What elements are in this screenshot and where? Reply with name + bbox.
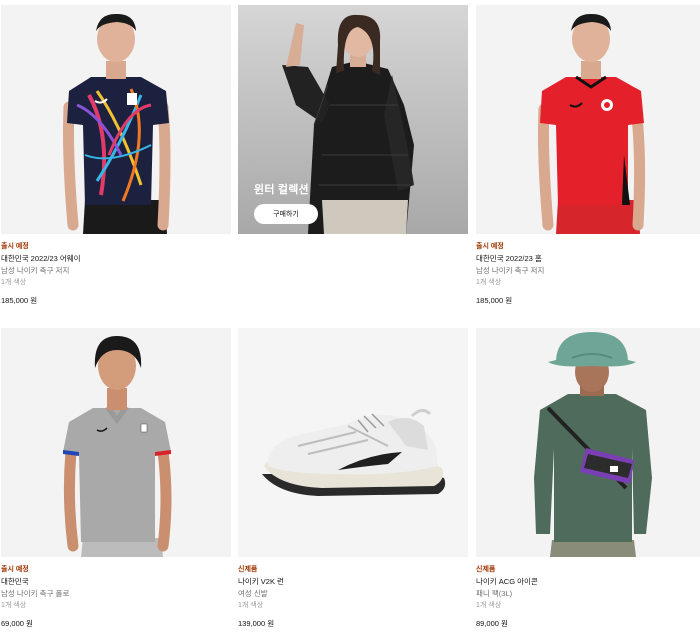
- product-badge: 출시 예정: [476, 243, 504, 250]
- product-card[interactable]: 출시 예정 대한민국 남성 나이키 축구 폴로 1개 색상 69,000 원: [1, 328, 231, 629]
- promo-card[interactable]: 윈터 컬렉션 구매하기: [238, 5, 468, 234]
- v2k-run-shoe-photo: [238, 328, 468, 557]
- product-image[interactable]: [1, 5, 231, 234]
- product-color-count: 1개 색상: [476, 279, 502, 286]
- product-price: 89,000 원: [476, 619, 508, 628]
- product-color-count: 1개 색상: [476, 602, 502, 609]
- product-price: 185,000 원: [476, 296, 513, 305]
- product-badge: 출시 예정: [1, 566, 29, 573]
- product-price: 69,000 원: [1, 619, 33, 628]
- product-price: 139,000 원: [238, 619, 275, 628]
- korea-polo-photo: [1, 328, 231, 557]
- product-name[interactable]: 대한민국 2022/23 홈: [476, 253, 700, 265]
- korea-home-jersey-photo: [476, 5, 700, 234]
- product-name[interactable]: 대한민국: [1, 576, 231, 588]
- product-subtitle: 남성 나이키 축구 저지: [1, 266, 70, 275]
- product-card[interactable]: 출시 예정 대한민국 2022/23 어웨이 남성 나이키 축구 저지 1개 색…: [1, 5, 231, 306]
- product-color-count: 1개 색상: [1, 279, 27, 286]
- promo-image[interactable]: 윈터 컬렉션 구매하기: [238, 5, 468, 234]
- promo-title: 윈터 컬렉션: [254, 184, 309, 196]
- product-image[interactable]: [1, 328, 231, 557]
- shop-now-button[interactable]: 구매하기: [254, 204, 318, 224]
- product-image[interactable]: [476, 5, 700, 234]
- product-card[interactable]: 신제품 나이키 ACG 아이콘 패니 팩(3L) 1개 색상 89,000 원: [476, 328, 700, 629]
- product-name[interactable]: 대한민국 2022/23 어웨이: [1, 253, 231, 265]
- product-name[interactable]: 나이키 ACG 아이콘: [476, 576, 700, 588]
- product-image[interactable]: [476, 328, 700, 557]
- product-badge: 신제품: [476, 566, 496, 573]
- winter-jacket-model-photo: [238, 5, 468, 234]
- acg-fanny-pack-photo: [476, 328, 700, 557]
- product-card[interactable]: 출시 예정 대한민국 2022/23 홈 남성 나이키 축구 저지 1개 색상 …: [476, 5, 700, 306]
- korea-away-jersey-photo: [1, 5, 231, 234]
- product-card[interactable]: 신제품 나이키 V2K 런 여성 신발 1개 색상 139,000 원: [238, 328, 468, 629]
- product-price: 185,000 원: [1, 296, 38, 305]
- product-image[interactable]: [238, 328, 468, 557]
- product-badge: 신제품: [238, 566, 258, 573]
- product-subtitle: 패니 팩(3L): [476, 589, 513, 598]
- product-badge: 출시 예정: [1, 243, 29, 250]
- product-name[interactable]: 나이키 V2K 런: [238, 576, 468, 588]
- product-subtitle: 남성 나이키 축구 폴로: [1, 589, 70, 598]
- product-color-count: 1개 색상: [1, 602, 27, 609]
- product-subtitle: 여성 신발: [238, 589, 268, 598]
- product-color-count: 1개 색상: [238, 602, 264, 609]
- product-subtitle: 남성 나이키 축구 저지: [476, 266, 545, 275]
